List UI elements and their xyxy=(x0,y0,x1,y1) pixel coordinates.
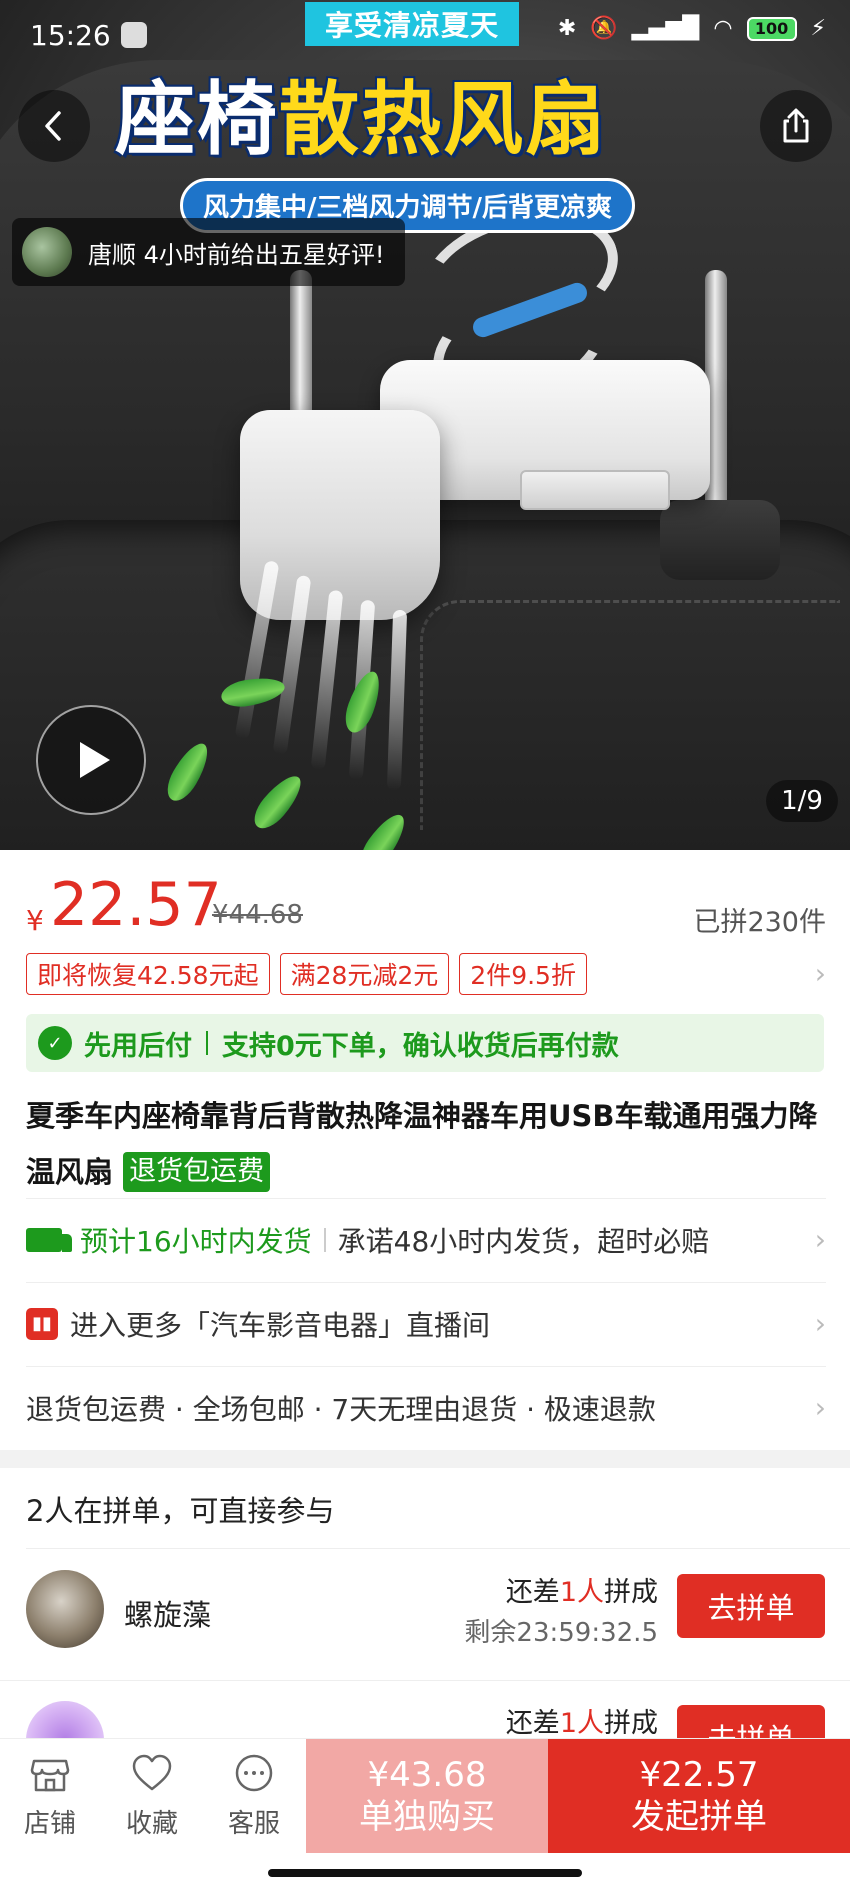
favorite-tab[interactable]: 收藏 xyxy=(102,1753,202,1853)
currency-symbol: ¥ xyxy=(26,904,44,937)
need-prefix: 还差 xyxy=(505,1577,560,1608)
need-suffix: 拼成 xyxy=(604,1577,658,1608)
product-image-carousel[interactable]: 享受清凉夏天 座椅散热风扇 风力集中/三档风力调节/后背更凉爽 唐顺 4小时前给… xyxy=(0,0,850,850)
play-icon xyxy=(80,742,110,778)
live-room-text: 进入更多「汽车影音电器」直播间 xyxy=(70,1308,491,1342)
need-prefix: 还差 xyxy=(505,1708,560,1739)
mute-icon: 🔕 xyxy=(590,16,618,41)
current-price: 22.57 xyxy=(50,870,222,940)
banner-headline: 座椅散热风扇 xyxy=(115,55,607,171)
chevron-right-icon: › xyxy=(814,1223,826,1256)
banner-headline-yellow: 散热风扇 xyxy=(279,73,607,166)
promo-tag[interactable]: 2件9.5折 xyxy=(459,953,587,995)
member-countdown: 剩余23:59:32.5 xyxy=(464,1618,658,1648)
buy-alone-button[interactable]: ¥43.68 单独购买 xyxy=(306,1739,548,1853)
favorite-label: 收藏 xyxy=(125,1809,178,1839)
original-price: ¥44.68 xyxy=(212,900,303,930)
live-room-row[interactable]: ▮▮ 进入更多「汽车影音电器」直播间 › xyxy=(26,1282,826,1364)
customer-service-label: 客服 xyxy=(227,1809,280,1839)
promo-tags[interactable]: 即将恢复42.58元起 满28元减2元 2件9.5折 › xyxy=(26,953,826,995)
services-row[interactable]: 退货包运费 · 全场包邮 · 7天无理由退货 · 极速退款 › xyxy=(26,1366,826,1448)
member-avatar xyxy=(26,1570,104,1648)
pay-later-label: 先用后付 xyxy=(84,1030,192,1062)
promo-tag[interactable]: 满28元减2元 xyxy=(279,953,450,995)
divider xyxy=(26,1548,850,1549)
group-buy-title: 2人在拼单，可直接参与 xyxy=(26,1494,335,1528)
price-row: ¥ 22.57 ¥44.68 已拼230件 xyxy=(26,870,826,950)
group-buy-price: ¥22.57 xyxy=(639,1755,759,1795)
customer-service-tab[interactable]: 客服 xyxy=(204,1753,304,1853)
bottom-action-bar: 店铺 收藏 客服 ¥43.68 单独购买 ¥22.57 发起拼单 xyxy=(0,1738,850,1889)
back-button[interactable] xyxy=(18,90,90,162)
product-page: 享受清凉夏天 座椅散热风扇 风力集中/三档风力调节/后背更凉爽 唐顺 4小时前给… xyxy=(0,0,850,1889)
chevron-right-icon[interactable]: › xyxy=(815,957,826,990)
truck-icon xyxy=(26,1227,72,1252)
live-tv-icon: ▮▮ xyxy=(26,1307,58,1340)
chevron-left-icon xyxy=(45,111,61,141)
buy-alone-label: 单独购买 xyxy=(359,1797,495,1837)
start-group-buy-button[interactable]: ¥22.57 发起拼单 xyxy=(548,1739,850,1853)
play-video-button[interactable] xyxy=(36,705,146,815)
free-return-badge: 退货包运费 xyxy=(123,1152,271,1192)
divider xyxy=(206,1031,208,1055)
app-notification-icon xyxy=(120,22,147,48)
divider xyxy=(323,1227,326,1252)
review-notification: 唐顺 4小时前给出五星好评! xyxy=(12,218,405,286)
shipping-row[interactable]: 预计16小时内发货 承诺48小时内发货，超时必赔 › xyxy=(26,1198,826,1280)
status-time: 15:26 xyxy=(30,18,111,52)
member-name: 螺旋藻 xyxy=(124,1598,212,1632)
member-need: 还差1人拼成 xyxy=(506,1570,658,1609)
chat-bubble-icon xyxy=(235,1754,273,1792)
bluetooth-icon: ✱ xyxy=(557,16,577,41)
headrest-pole-base xyxy=(660,500,780,580)
reviewer-avatar xyxy=(22,227,72,277)
member-need: 还差1人拼成 xyxy=(506,1701,658,1740)
wifi-icon: ◠ xyxy=(713,16,733,41)
fan-slot-graphic xyxy=(520,470,670,510)
shipping-estimate-text: 预计16小时内发货 xyxy=(80,1224,312,1258)
product-title: 夏季车内座椅靠背后背散热降温神器车用USB车载通用强力降温风扇 退货包运费 xyxy=(26,1088,826,1200)
pay-later-icon: ✓ xyxy=(38,1026,72,1060)
shipping-estimate: 预计16小时内发货 xyxy=(26,1220,312,1260)
banner-headline-white: 座椅 xyxy=(115,73,279,166)
pay-later-banner: ✓ 先用后付 支持0元下单，确认收货后再付款 xyxy=(26,1014,824,1072)
group-buy-label: 发起拼单 xyxy=(631,1797,767,1837)
share-icon xyxy=(783,108,809,143)
buy-alone-price: ¥43.68 xyxy=(367,1755,487,1795)
store-icon xyxy=(30,1759,70,1792)
sold-count: 已拼230件 xyxy=(693,907,826,938)
product-info-card: ¥ 22.57 ¥44.68 已拼230件 即将恢复42.58元起 满28元减2… xyxy=(0,850,850,1450)
status-bar: 15:26 ✱ 🔕 ▂▄▆█ ◠ 100 ⚡ xyxy=(0,0,850,70)
join-group-button[interactable]: 去拼单 xyxy=(677,1574,825,1638)
need-count: 1人 xyxy=(559,1577,604,1608)
chevron-right-icon: › xyxy=(814,1391,826,1424)
signal-icon: ▂▄▆█ xyxy=(631,16,700,41)
group-buy-section: 2人在拼单，可直接参与 螺旋藻 还差1人拼成 剩余23:59:32.5 去拼单 … xyxy=(0,1468,850,1779)
pay-later-desc: 支持0元下单，确认收货后再付款 xyxy=(222,1030,619,1062)
review-notification-text: 唐顺 4小时前给出五星好评! xyxy=(88,240,385,269)
store-tab[interactable]: 店铺 xyxy=(0,1753,100,1853)
home-indicator[interactable] xyxy=(268,1869,582,1877)
charging-icon: ⚡ xyxy=(810,16,826,41)
shipping-promise: 承诺48小时内发货，超时必赔 xyxy=(337,1224,710,1258)
image-counter: 1/9 xyxy=(766,780,838,822)
need-suffix: 拼成 xyxy=(604,1708,658,1739)
status-icons: ✱ 🔕 ▂▄▆█ ◠ 100 ⚡ xyxy=(558,16,826,41)
store-label: 店铺 xyxy=(23,1809,76,1839)
battery-icon: 100 xyxy=(746,16,797,41)
services-text: 退货包运费 · 全场包邮 · 7天无理由退货 · 极速退款 xyxy=(26,1392,656,1426)
heart-icon xyxy=(132,1754,172,1791)
need-count: 1人 xyxy=(559,1708,604,1739)
promo-tag[interactable]: 即将恢复42.58元起 xyxy=(26,953,270,995)
group-member-row: 螺旋藻 还差1人拼成 剩余23:59:32.5 去拼单 xyxy=(0,1550,850,1680)
chevron-right-icon: › xyxy=(814,1307,826,1340)
share-button[interactable] xyxy=(760,90,832,162)
